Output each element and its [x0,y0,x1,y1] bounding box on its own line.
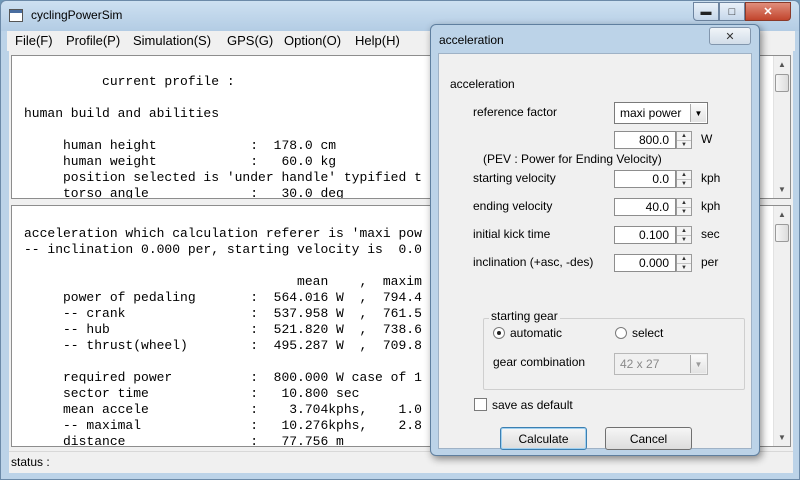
initial-kick-time-label: initial kick time [473,227,551,241]
automatic-label[interactable]: automatic [510,326,562,340]
starting-velocity-unit: kph [701,171,721,185]
output-line: human build and abilities [24,106,220,121]
scroll-up-icon[interactable]: ▲ [774,206,790,223]
ending-velocity-label: ending velocity [473,199,553,213]
close-icon: ✕ [725,30,735,43]
spin-up-icon[interactable]: ▲ [677,132,691,140]
inclination-field[interactable]: 0.000 [614,254,676,272]
dialog-heading: acceleration [450,77,515,91]
spin-down-icon[interactable]: ▼ [677,235,691,243]
cancel-button[interactable]: Cancel [605,427,692,450]
scroll-down-icon[interactable]: ▼ [774,181,790,198]
maximize-icon: □ [728,5,736,18]
inclination-label: inclination (+asc, -des) [473,255,594,269]
menu-help[interactable]: Help(H) [355,33,400,48]
dialog-close-button[interactable]: ✕ [709,27,751,45]
chevron-down-icon: ▼ [690,355,706,373]
spin-up-icon[interactable]: ▲ [677,171,691,179]
select-radio[interactable] [615,327,627,339]
calculate-button[interactable]: Calculate [500,427,587,450]
starting-velocity-spinner[interactable]: ▲ ▼ [676,170,692,188]
minimize-button[interactable]: ▬ [693,2,719,21]
pev-note: (PEV : Power for Ending Velocity) [483,152,662,166]
output-line: sector time : 10.800 sec [24,386,360,401]
output-line: -- maximal : 10.276kphs, 2.8 [24,418,422,433]
menu-file[interactable]: File(F) [15,33,53,48]
initial-kick-time-field[interactable]: 0.100 [614,226,676,244]
power-unit: W [701,132,713,146]
spin-down-icon[interactable]: ▼ [677,140,691,148]
automatic-radio[interactable] [493,327,505,339]
window-title: cyclingPowerSim [31,8,123,22]
spin-down-icon[interactable]: ▼ [677,179,691,187]
output-line: human weight : 60.0 kg [24,154,337,169]
ending-velocity-spinner[interactable]: ▲ ▼ [676,198,692,216]
reference-factor-label: reference factor [473,105,558,119]
inclination-spinner[interactable]: ▲ ▼ [676,254,692,272]
output-line: required power : 800.000 W case of 1 [24,370,422,385]
dialog-title: acceleration [439,33,504,47]
status-label: status : [11,455,50,469]
profile-text: current profile : human build and abilit… [24,74,422,199]
initial-kick-time-unit: sec [701,227,720,241]
output-line: mean , maxim [24,274,422,289]
menu-profile[interactable]: Profile(P) [66,33,120,48]
reference-factor-select[interactable]: maxi power ▼ [614,102,708,124]
menu-simulation[interactable]: Simulation(S) [133,33,211,48]
spin-up-icon[interactable]: ▲ [677,199,691,207]
starting-gear-title: starting gear [489,309,560,323]
spin-down-icon[interactable]: ▼ [677,207,691,215]
spin-down-icon[interactable]: ▼ [677,263,691,271]
close-button[interactable]: ✕ [745,2,791,21]
save-default-checkbox[interactable] [474,398,487,411]
reference-factor-value: maxi power [620,106,682,120]
menu-option[interactable]: Option(O) [284,33,341,48]
minimize-icon: ▬ [700,5,712,18]
gear-combination-value: 42 x 27 [620,357,660,371]
select-label[interactable]: select [632,326,663,340]
power-field[interactable]: 800.0 [614,131,676,149]
chevron-down-icon: ▼ [690,104,706,122]
spin-up-icon[interactable]: ▲ [677,255,691,263]
initial-kick-time-spinner[interactable]: ▲ ▼ [676,226,692,244]
power-spinner[interactable]: ▲ ▼ [676,131,692,149]
output-line: position selected is 'under handle' typi… [24,170,422,185]
save-default-label[interactable]: save as default [492,398,573,412]
app-icon [9,9,23,22]
starting-velocity-label: starting velocity [473,171,556,185]
output-line: -- crank : 537.958 W , 761.5 [24,306,422,321]
top-pane-scrollbar[interactable]: ▲ ▼ [773,56,790,198]
output-line: -- inclination 0.000 per, starting veloc… [24,242,422,257]
ending-velocity-unit: kph [701,199,721,213]
maximize-button[interactable]: □ [719,2,745,21]
output-line: -- thrust(wheel) : 495.287 W , 709.8 [24,338,422,353]
ending-velocity-field[interactable]: 40.0 [614,198,676,216]
menu-gps[interactable]: GPS(G) [227,33,273,48]
gear-combination-select[interactable]: 42 x 27 ▼ [614,353,708,375]
close-icon: ✕ [763,6,773,18]
output-line: acceleration which calculation referer i… [24,226,422,241]
dialog-body: acceleration reference factor maxi power… [438,53,752,450]
scroll-thumb[interactable] [775,74,789,92]
bottom-pane-scrollbar[interactable]: ▲ ▼ [773,206,790,446]
output-line: mean accele : 3.704kphs, 1.0 [24,402,422,417]
scroll-up-icon[interactable]: ▲ [774,56,790,73]
spin-up-icon[interactable]: ▲ [677,227,691,235]
output-line: distance : 77.756 m [24,434,344,447]
result-text: acceleration which calculation referer i… [24,226,422,447]
inclination-unit: per [701,255,719,269]
output-line: current profile : [24,74,235,89]
starting-velocity-field[interactable]: 0.0 [614,170,676,188]
output-line: human height : 178.0 cm [24,138,337,153]
gear-combination-label: gear combination [493,355,586,369]
output-line: torso angle : 30.0 deg [24,186,344,199]
output-line: -- hub : 521.820 W , 738.6 [24,322,422,337]
scroll-thumb[interactable] [775,224,789,242]
output-line: power of pedaling : 564.016 W , 794.4 [24,290,422,305]
acceleration-dialog: acceleration ✕ acceleration reference fa… [430,24,760,456]
scroll-down-icon[interactable]: ▼ [774,429,790,446]
